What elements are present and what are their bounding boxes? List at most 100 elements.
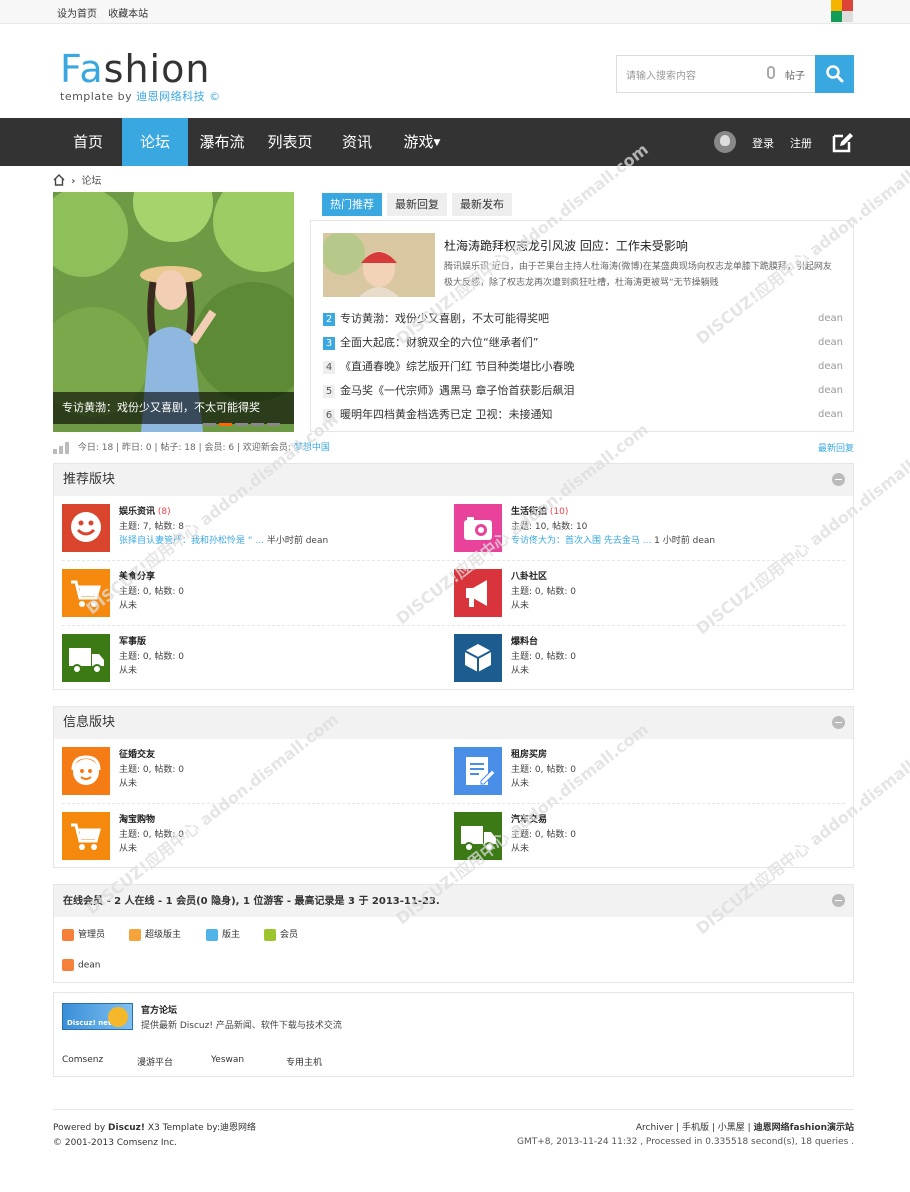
forum-counts: 主题: 0, 帖数: 0 xyxy=(119,830,184,840)
forum-name[interactable]: 八卦社区 xyxy=(511,569,547,582)
list-item-title[interactable]: 金马奖《一代宗师》遇黑马 章子怡首获影后飙泪 xyxy=(340,384,575,397)
list-item-title[interactable]: 暖明年四档黄金档选秀已定 卫视：未接通知 xyxy=(340,408,553,421)
online-user[interactable]: dean xyxy=(62,959,100,971)
hot-thumbnail[interactable] xyxy=(323,233,435,297)
forum-name[interactable]: 美食分享 xyxy=(119,569,155,582)
list-item[interactable]: 5 金马奖《一代宗师》遇黑马 章子怡首获影后飙泪 dean xyxy=(323,381,843,405)
nav-item-home[interactable]: 首页 xyxy=(53,118,123,166)
set-home-link[interactable]: 设为首页 xyxy=(57,9,97,20)
site-logo[interactable]: Fashion template by 迪恩网络科技 © xyxy=(60,47,290,127)
forum-counts: 主题: 0, 帖数: 0 xyxy=(511,830,576,840)
register-link[interactable]: 注册 xyxy=(790,135,812,151)
forum-name[interactable]: 生活街拍 (10) xyxy=(511,504,568,517)
collapse-icon[interactable] xyxy=(832,473,845,486)
forum-name[interactable]: 娱乐资讯 (8) xyxy=(119,504,171,517)
login-link[interactable]: 登录 xyxy=(752,135,774,151)
list-item[interactable]: 3 全面大起底：财貌双全的六位“继承者们” dean xyxy=(323,333,843,357)
top-links: 设为首页 收藏本站 xyxy=(57,5,156,20)
list-item-author[interactable]: dean xyxy=(818,309,843,329)
list-item-title[interactable]: 专访黄渤：戏份少又喜剧，不太可能得奖吧 xyxy=(340,312,549,325)
blackroom-link[interactable]: 小黑屋 xyxy=(718,1123,745,1133)
slide-dot[interactable] xyxy=(267,423,280,426)
new-member-link[interactable]: 梦想中国 xyxy=(294,443,330,453)
nav-item-forum[interactable]: 论坛 xyxy=(122,118,188,166)
breadcrumb-current[interactable]: 论坛 xyxy=(82,176,102,187)
user-icon xyxy=(264,928,276,941)
search-type-select[interactable]: 帖子 xyxy=(785,67,805,82)
list-item-title[interactable]: 《直通春晚》综艺版开门红 节目种类堪比小春晚 xyxy=(340,360,575,373)
list-item[interactable]: 2 专访黄渤：戏份少又喜剧，不太可能得奖吧 dean xyxy=(323,309,843,333)
list-item-author[interactable]: dean xyxy=(818,381,843,401)
forum-item[interactable]: 淘宝购物 主题: 0, 帖数: 0 从未 xyxy=(54,804,434,860)
search-input[interactable]: 请输入搜索内容 xyxy=(626,67,696,82)
tab-hot[interactable]: 热门推荐 xyxy=(322,193,382,216)
home-icon[interactable] xyxy=(53,174,65,186)
collapse-icon[interactable] xyxy=(832,716,845,729)
hot-headline[interactable]: 杜海涛跪拜权志龙引风波 回应：工作未受影响 xyxy=(444,237,688,254)
truck-icon xyxy=(454,812,502,860)
forum-item[interactable]: 美食分享 主题: 0, 帖数: 0 从未 xyxy=(54,561,434,617)
discuz-link[interactable]: Discuz! xyxy=(108,1123,145,1133)
forum-name[interactable]: 汽车交易 xyxy=(511,812,547,825)
forum-name[interactable]: 淘宝购物 xyxy=(119,812,155,825)
box-icon xyxy=(454,634,502,682)
discuz-badge[interactable]: Discuz! net xyxy=(62,1003,133,1030)
legend-mod: 版主 xyxy=(206,927,240,941)
archiver-link[interactable]: Archiver xyxy=(636,1123,673,1133)
user-avatar-icon[interactable] xyxy=(714,131,736,153)
online-user-list: dean xyxy=(62,955,853,975)
forum-counts: 主题: 0, 帖数: 0 xyxy=(511,587,576,597)
list-item-author[interactable]: dean xyxy=(818,333,843,353)
partner-link[interactable]: Yeswan xyxy=(211,1055,244,1065)
forum-name[interactable]: 军事版 xyxy=(119,634,146,647)
search-button[interactable] xyxy=(815,55,854,93)
microphone-icon[interactable] xyxy=(767,66,775,79)
slide-dot[interactable] xyxy=(203,423,216,426)
forum-item[interactable]: 军事版 主题: 0, 帖数: 0 从未 xyxy=(54,626,434,682)
list-item-title[interactable]: 全面大起底：财貌双全的六位“继承者们” xyxy=(340,336,538,349)
color-switch-icon[interactable] xyxy=(831,0,853,22)
forum-item[interactable]: 租房买房 主题: 0, 帖数: 0 从未 xyxy=(446,739,826,795)
online-summary: 在线会员 - 2 人在线 - 1 会员(0 隐身), 1 位游客 - 最高记录是… xyxy=(63,896,440,907)
sun-icon xyxy=(108,1007,128,1027)
edit-post-icon[interactable] xyxy=(831,131,854,154)
tab-latest-reply[interactable]: 最新回复 xyxy=(387,193,447,216)
forum-counts: 主题: 0, 帖数: 0 xyxy=(119,652,184,662)
nav-item-list[interactable]: 列表页 xyxy=(256,118,324,166)
list-item[interactable]: 4 《直通春晚》综艺版开门红 节目种类堪比小春晚 dean xyxy=(323,357,843,381)
slide-dot[interactable] xyxy=(251,423,264,426)
list-item-author[interactable]: dean xyxy=(818,357,843,377)
nav-item-news[interactable]: 资讯 xyxy=(324,118,390,166)
partner-link[interactable]: Comsenz xyxy=(62,1055,103,1065)
legend-member: 会员 xyxy=(264,927,298,941)
last-post-link[interactable]: 专访佟大为：首次入围 先去金马 ... xyxy=(511,536,651,546)
collapse-icon[interactable] xyxy=(832,894,845,907)
rank-number: 2 xyxy=(323,313,335,326)
slide-dot[interactable] xyxy=(219,423,232,426)
nav-item-waterfall[interactable]: 瀑布流 xyxy=(188,118,256,166)
forum-item[interactable]: 娱乐资讯 (8) 主题: 7, 帖数: 8 张择自认妻管严：我和孙松怜是 “ .… xyxy=(54,496,434,552)
favorite-link[interactable]: 收藏本站 xyxy=(108,9,148,20)
forum-item[interactable]: 征婚交友 主题: 0, 帖数: 0 从未 xyxy=(54,739,434,795)
tab-latest-post[interactable]: 最新发布 xyxy=(452,193,512,216)
forum-item[interactable]: 生活街拍 (10) 主题: 10, 帖数: 10 专访佟大为：首次入围 先去金马… xyxy=(446,496,826,552)
site-link[interactable]: 迪恩网络fashion演示站 xyxy=(754,1123,854,1133)
slideshow[interactable]: 专访黄渤：戏份少又喜剧，不太可能得奖 xyxy=(53,192,294,432)
slide-dot[interactable] xyxy=(235,423,248,426)
list-item-author[interactable]: dean xyxy=(818,405,843,425)
nav-item-games[interactable]: 游戏▼ xyxy=(390,118,454,166)
forum-name[interactable]: 征婚交友 xyxy=(119,747,155,760)
forum-name[interactable]: 租房买房 xyxy=(511,747,547,760)
forum-last-post: 从未 xyxy=(511,601,530,611)
partner-link[interactable]: 漫游平台 xyxy=(137,1055,173,1068)
last-post-link[interactable]: 张择自认妻管严：我和孙松怜是 “ ... xyxy=(119,536,264,546)
forum-item[interactable]: 八卦社区 主题: 0, 帖数: 0 从未 xyxy=(446,561,826,617)
official-title[interactable]: 官方论坛 xyxy=(141,1003,177,1016)
forum-item[interactable]: 爆料台 主题: 0, 帖数: 0 从未 xyxy=(446,626,826,682)
mobile-link[interactable]: 手机版 xyxy=(682,1123,709,1133)
forum-name[interactable]: 爆料台 xyxy=(511,634,538,647)
latest-reply-link[interactable]: 最新回复 xyxy=(818,441,854,454)
forum-item[interactable]: 汽车交易 主题: 0, 帖数: 0 从未 xyxy=(446,804,826,860)
partner-link[interactable]: 专用主机 xyxy=(286,1055,322,1068)
list-item[interactable]: 6 暖明年四档黄金档选秀已定 卫视：未接通知 dean xyxy=(323,405,843,429)
